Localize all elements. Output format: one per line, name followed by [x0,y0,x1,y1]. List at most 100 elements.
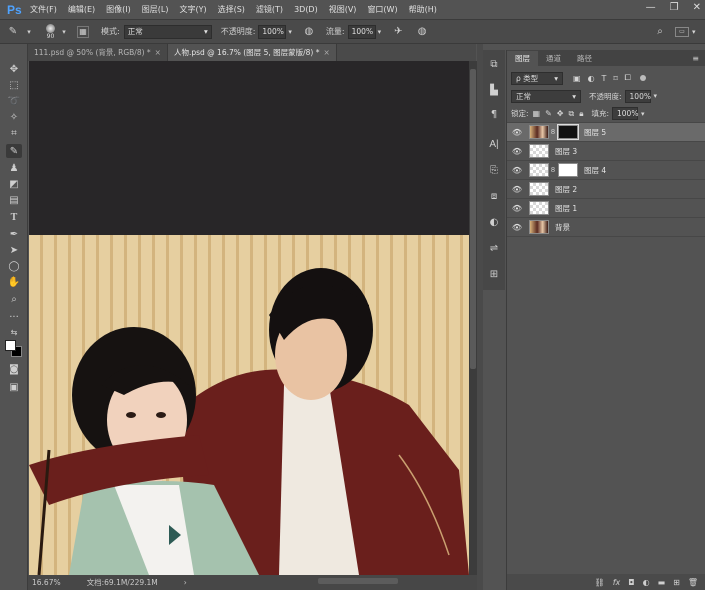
tab-111-psd[interactable]: 111.psd @ 50% (背景, RGB/8) * × [28,44,168,61]
visibility-eye-icon[interactable]: 👁︎ [507,128,527,137]
layer-thumbnail[interactable] [529,125,549,139]
layer-row[interactable]: 👁︎ 图层 1 [507,199,705,218]
link-layers-icon[interactable]: ⛓ [595,578,605,587]
layer-row[interactable]: 👁︎ 图层 2 [507,180,705,199]
history-icon[interactable]: ⧉ [486,56,502,72]
brush-tool-icon[interactable]: ✎ [6,25,20,39]
menu-view[interactable]: 视图(V) [329,4,357,15]
flow-input[interactable]: 100% [347,24,376,39]
menu-type[interactable]: 文字(Y) [179,4,206,15]
magic-wand-tool-icon[interactable]: ✧ [6,110,22,124]
menu-filter[interactable]: 滤镜(T) [256,4,283,15]
workspace-icon[interactable]: ▭ [675,26,689,37]
zoom-level[interactable]: 16.67% [32,578,61,587]
more-tools-icon[interactable]: ··· [6,310,22,324]
restore-button[interactable]: ❐ [670,2,679,13]
navigator-icon[interactable]: ⧈ [486,188,502,204]
paragraph-icon[interactable]: ¶ [486,106,502,122]
clone-source-icon[interactable]: ⎘ [486,162,502,178]
airbrush-icon[interactable]: ✈ [391,25,405,39]
status-menu-arrow[interactable]: › [184,578,187,587]
filter-toggle-icon[interactable] [639,75,646,81]
menu-select[interactable]: 选择(S) [218,4,245,15]
new-layer-icon[interactable]: ⊞ [673,578,680,587]
character-icon[interactable]: A| [486,136,502,152]
info-icon[interactable]: ⊞ [486,266,502,282]
chevron-down-icon[interactable]: ▾ [692,28,696,36]
filter-kind-select[interactable]: ρ 类型 ▾ [511,71,563,85]
tab-renwu-psd[interactable]: 人物.psd @ 16.7% (图层 5, 图层蒙版/8) * × [167,44,337,61]
close-icon[interactable]: × [323,48,329,57]
layer-mask-thumbnail[interactable] [557,124,579,140]
close-icon[interactable]: × [155,48,161,57]
menu-layer[interactable]: 图层(L) [142,4,169,15]
layer-style-icon[interactable]: fx [613,578,621,587]
layer-row[interactable]: 👁︎ 背景 [507,218,705,237]
chevron-down-icon[interactable]: ▾ [288,28,292,36]
mask-link-icon[interactable]: 8 [549,166,557,174]
lock-image-icon[interactable]: ✎ [545,109,552,118]
tab-paths[interactable]: 路径 [569,51,600,66]
panel-menu-icon[interactable]: ≡ [692,54,699,63]
layer-row[interactable]: 👁︎ 8 图层 5 [507,123,705,142]
brush-settings-icon[interactable]: ▙ [486,82,502,98]
layer-thumbnail[interactable] [529,220,549,234]
tab-channels[interactable]: 通道 [538,51,569,66]
layer-thumbnail[interactable] [529,144,549,158]
chevron-down-icon[interactable]: ▾ [654,92,658,100]
layer-thumbnail[interactable] [529,163,549,177]
stamp-tool-icon[interactable]: ♟ [6,161,22,175]
scrollbar-thumb[interactable] [470,69,476,369]
shape-filter-icon[interactable]: ⌑ [613,74,617,83]
mode-select[interactable]: 正常 ▾ [123,24,212,39]
lasso-tool-icon[interactable]: ➰ [6,94,22,108]
pen-tool-icon[interactable]: ✒ [6,227,22,241]
menu-image[interactable]: 图像(I) [106,4,131,15]
pressure-opacity-icon[interactable]: ◍ [302,25,316,39]
layer-thumbnail[interactable] [529,201,549,215]
shape-tool-icon[interactable]: ◯ [6,259,22,273]
eraser-tool-icon[interactable]: ◩ [6,177,22,191]
move-tool-icon[interactable]: ✥ [6,62,22,76]
pressure-size-icon[interactable]: ◍ [415,25,429,39]
zoom-tool-icon[interactable]: ⌕ [6,292,22,306]
menu-help[interactable]: 帮助(H) [409,4,437,15]
layer-row[interactable]: 👁︎ 图层 3 [507,142,705,161]
chevron-down-icon[interactable]: ▾ [57,25,71,39]
blend-mode-select[interactable]: 正常 ▾ [511,89,581,103]
swap-colors-icon[interactable]: ⇆ [6,325,22,339]
layer-mask-thumbnail[interactable] [558,163,578,177]
marquee-tool-icon[interactable]: ⬚ [6,78,22,92]
smart-object-filter-icon[interactable]: ⧠ [625,73,631,83]
brush-panel-toggle-icon[interactable]: ▦ [77,25,89,38]
path-select-tool-icon[interactable]: ➤ [6,243,22,257]
layer-opacity-input[interactable]: 100% [624,89,651,103]
visibility-eye-icon[interactable]: 👁︎ [507,147,527,156]
new-group-icon[interactable]: ▬ [658,578,666,587]
vertical-scrollbar[interactable] [469,61,477,575]
adjustments-icon[interactable]: ◐ [486,214,502,230]
delete-layer-icon[interactable]: 🗑︎ [688,578,698,587]
pixel-filter-icon[interactable]: ▣ [573,74,581,83]
type-tool-icon[interactable]: T [6,210,22,224]
tab-layers[interactable]: 图层 [507,51,538,66]
new-adjustment-icon[interactable]: ◐ [643,578,650,587]
visibility-eye-icon[interactable]: 👁︎ [507,223,527,232]
crop-tool-icon[interactable]: ⌗ [6,126,22,140]
lock-artboard-icon[interactable]: ⧉ [569,109,575,119]
layer-thumbnail[interactable] [529,182,549,196]
chevron-down-icon[interactable]: ▾ [641,110,645,118]
visibility-eye-icon[interactable]: 👁︎ [507,166,527,175]
brush-preset-picker[interactable]: 90 [46,23,55,40]
menu-window[interactable]: 窗口(W) [367,4,397,15]
screen-mode-icon[interactable]: ▣ [6,380,22,394]
document-canvas[interactable] [29,61,469,575]
lock-transparent-icon[interactable]: ▦ [533,109,541,118]
properties-icon[interactable]: ⇌ [486,240,502,256]
chevron-down-icon[interactable]: ▾ [378,28,382,36]
menu-edit[interactable]: 编辑(E) [68,4,95,15]
foreground-color-swatch[interactable] [5,340,16,351]
hand-tool-icon[interactable]: ✋ [6,275,22,289]
adjustment-filter-icon[interactable]: ◐ [588,74,595,83]
fill-input[interactable]: 100% [612,107,638,120]
